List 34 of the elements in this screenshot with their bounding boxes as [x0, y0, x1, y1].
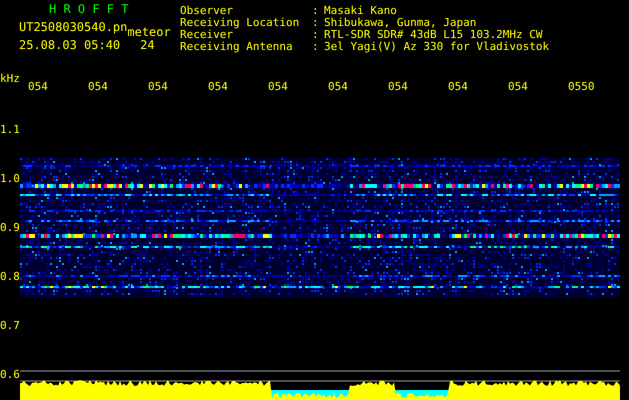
unit-label: kHz	[0, 73, 21, 85]
info-value: Masaki Kano	[324, 5, 397, 17]
info-label: Receiving Antenna	[180, 41, 294, 53]
file-name: UT2508030540.pn	[19, 21, 128, 33]
axis-label: 0.9	[0, 222, 20, 234]
time-label: 054	[448, 81, 469, 93]
info-value: Shibukawa, Gunma, Japan	[324, 17, 476, 29]
time-label: 0550	[568, 81, 596, 93]
time-label: 054	[328, 81, 349, 93]
info-value: 3el Yagi(V) Az 330 for Vladivostok	[324, 41, 550, 53]
app-title: H R O F F T	[48, 3, 130, 15]
time-label: 054	[268, 81, 289, 93]
axis-label: 0.7	[0, 320, 20, 332]
info-separator: :	[312, 5, 320, 17]
time-label: 054	[28, 81, 49, 93]
info-separator: :	[312, 41, 320, 53]
info-label: Receiving Location	[180, 17, 300, 29]
tag-text: meteor	[127, 26, 171, 38]
time-label: 054	[148, 81, 169, 93]
info-separator: :	[312, 29, 320, 41]
axis-label: 0.6	[0, 369, 20, 382]
time-label: 054	[508, 81, 529, 93]
count-text: 24	[140, 39, 155, 51]
info-separator: :	[312, 17, 320, 29]
axis-label: 1.1	[0, 124, 20, 136]
info-label: Receiver	[180, 29, 233, 41]
date-time: 25.08.03 05:40	[19, 39, 120, 51]
time-label: 054	[88, 81, 109, 93]
info-label: Observer	[180, 5, 234, 17]
axis-label: 1.0	[0, 172, 20, 185]
axis-label: 0.8	[0, 271, 20, 284]
info-value: RTL-SDR SDR# 43dB L15 103.2MHz CW	[324, 29, 543, 41]
time-label: 054	[388, 81, 409, 93]
time-label: 054	[208, 81, 229, 93]
